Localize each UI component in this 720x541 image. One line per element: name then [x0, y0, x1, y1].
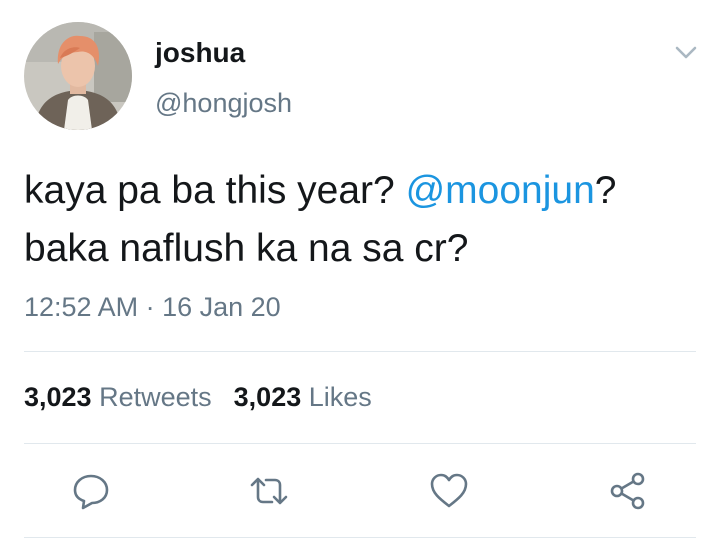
retweet-button[interactable]: [248, 470, 290, 512]
retweets-count: 3,023: [24, 382, 92, 412]
author-handle[interactable]: @hongjosh: [155, 86, 292, 120]
chevron-down-icon[interactable]: [670, 38, 702, 66]
share-button[interactable]: [607, 470, 649, 512]
reply-button[interactable]: [70, 470, 112, 512]
likes-stat[interactable]: 3,023 Likes: [234, 380, 372, 414]
avatar-photo: [24, 22, 132, 130]
share-icon: [610, 472, 645, 510]
tweet-text: kaya pa ba this year? @moonjun? baka naf…: [24, 162, 704, 278]
reply-icon: [73, 474, 109, 510]
author-avatar[interactable]: [24, 22, 132, 130]
like-button[interactable]: [428, 470, 470, 512]
likes-label: Likes: [308, 382, 372, 412]
tweet-text-segment: ?: [594, 169, 617, 212]
tweet-text-line-1: kaya pa ba this year? @moonjun?: [24, 162, 704, 220]
divider: [24, 351, 696, 352]
mention-link[interactable]: @moonjun: [406, 169, 595, 212]
retweets-label: Retweets: [99, 382, 212, 412]
tweet-timestamp[interactable]: 12:52 AM · 16 Jan 20: [24, 290, 281, 324]
heart-icon: [430, 473, 468, 508]
author-display-name[interactable]: joshua: [155, 36, 245, 70]
retweet-icon: [250, 477, 288, 505]
tweet-text-line-2: baka naflush ka na sa cr?: [24, 227, 469, 270]
retweets-stat[interactable]: 3,023 Retweets: [24, 380, 212, 414]
divider: [24, 537, 696, 538]
likes-count: 3,023: [233, 382, 302, 412]
divider: [24, 443, 696, 444]
tweet-text-segment: kaya pa ba this year?: [24, 169, 406, 212]
tweet-stats: 3,023 Retweets 3,023 Likes: [24, 380, 394, 414]
